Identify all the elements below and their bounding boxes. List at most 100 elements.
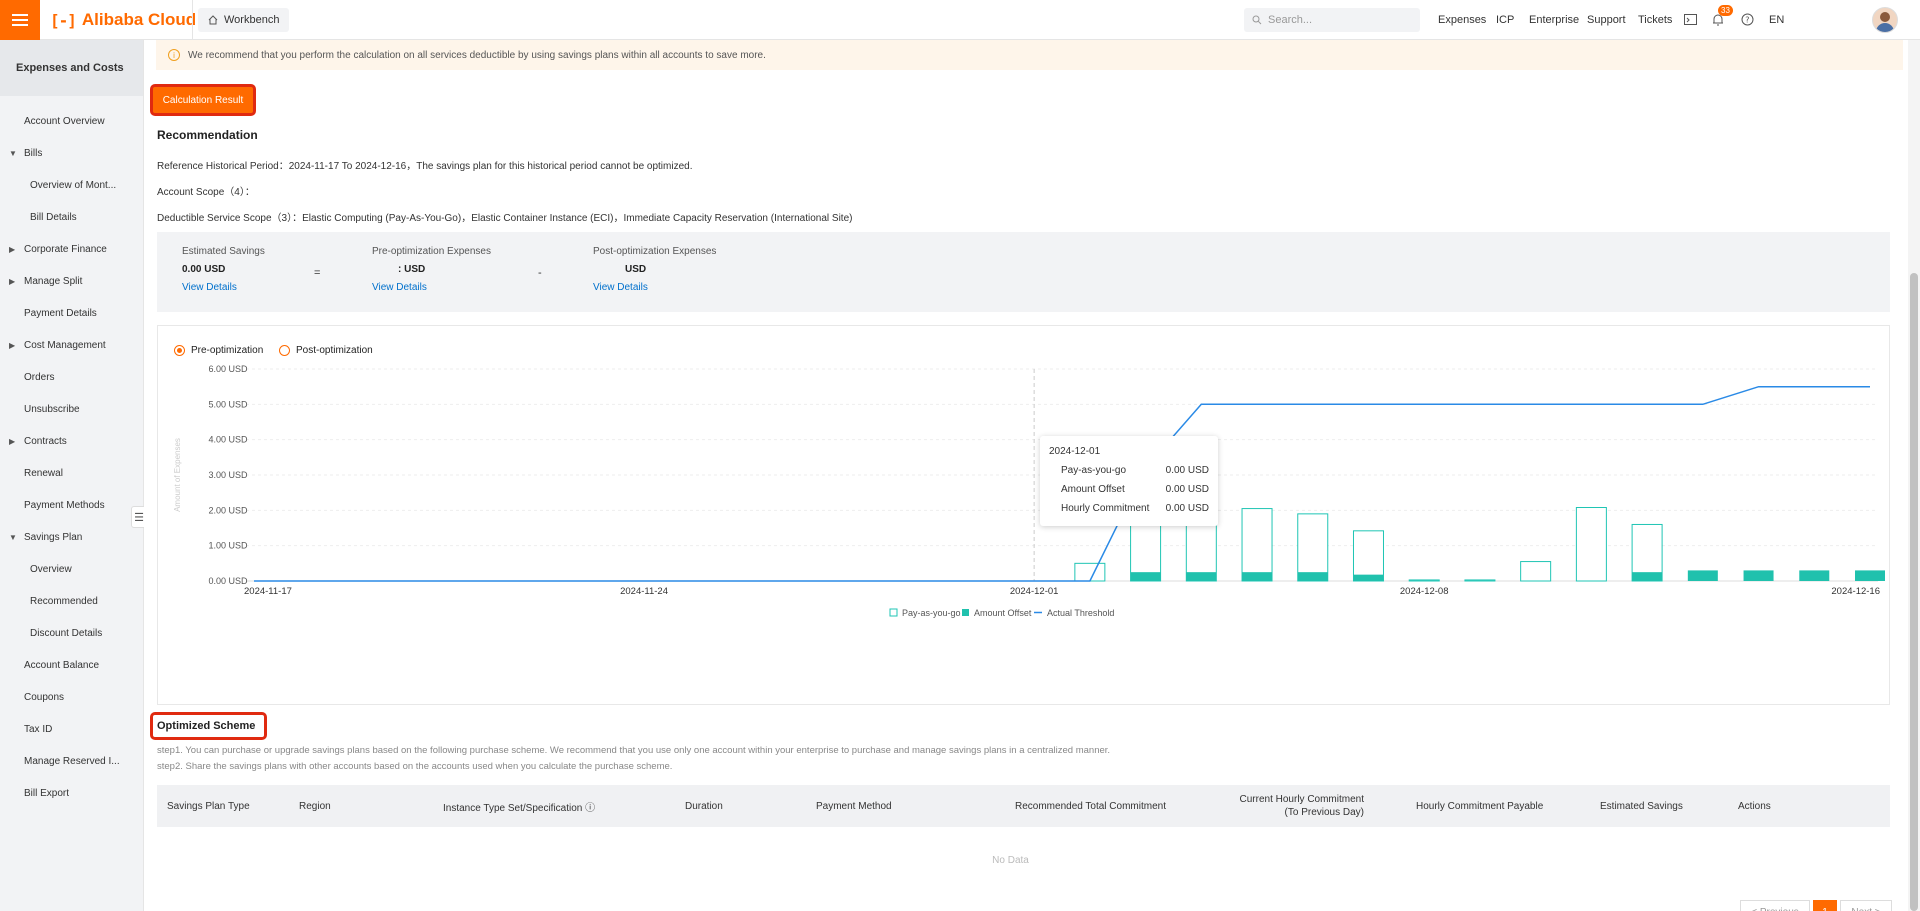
sidebar-item-manage-reserved-i[interactable]: Manage Reserved I... <box>0 751 143 771</box>
help-icon[interactable]: ? <box>1739 11 1755 27</box>
y-tick-label: 4.00 USD <box>208 435 248 445</box>
scrollbar-thumb[interactable] <box>1910 273 1918 911</box>
nav-expenses[interactable]: Expenses <box>1438 0 1486 40</box>
sidebar-item-overview[interactable]: Overview <box>0 559 143 579</box>
nav-enterprise[interactable]: Enterprise <box>1529 0 1579 40</box>
sidebar-item-coupons[interactable]: Coupons <box>0 687 143 707</box>
sidebar-item-discount-details[interactable]: Discount Details <box>0 623 143 643</box>
equals-sign: = <box>314 267 321 279</box>
reference-label: Reference Historical Period： <box>157 161 289 172</box>
sidebar-item-tax-id[interactable]: Tax ID <box>0 719 143 739</box>
y-axis-label: Amount of Expenses <box>173 438 182 512</box>
sidebar-item-savings-plan[interactable]: ▼ Savings Plan <box>0 527 143 547</box>
bar-amount-offset <box>1242 572 1273 581</box>
x-tick-label: 2024-11-17 <box>244 586 292 597</box>
scrollbar[interactable] <box>1908 40 1920 911</box>
sidebar-item-bill-details[interactable]: Bill Details <box>0 207 143 227</box>
menu-icon[interactable] <box>0 0 40 40</box>
y-tick-label: 5.00 USD <box>208 399 248 409</box>
post-optimization-expenses: Post-optimization Expenses USD View Deta… <box>593 246 716 293</box>
bar-pay-as-you-go <box>1464 579 1496 582</box>
nav-icp[interactable]: ICP <box>1496 0 1514 40</box>
sidebar-item-label: Payment Methods <box>24 499 105 511</box>
legend-label: Actual Threshold <box>1047 608 1114 618</box>
service-scope: Deductible Service Scope（3）：Elastic Comp… <box>157 213 853 224</box>
sidebar-item-account-overview[interactable]: Account Overview <box>0 111 143 131</box>
bar-pay-as-you-go <box>1408 579 1440 582</box>
col-instance-type: Instance Type Set/Specification ⓘ <box>443 802 596 814</box>
search-input[interactable]: Search... <box>1244 8 1420 32</box>
x-tick-label: 2024-12-01 <box>1010 586 1059 597</box>
sidebar-item-payment-methods[interactable]: Payment Methods <box>0 495 143 515</box>
sidebar-item-orders[interactable]: Orders <box>0 367 143 387</box>
highlight-box <box>150 84 256 116</box>
account-scope: Account Scope（4）： <box>157 187 255 198</box>
sidebar-item-label: Overview <box>30 563 72 575</box>
chart-tooltip: 2024-12-01 Pay-as-you-go 0.00 USD Amount … <box>1040 436 1218 526</box>
top-bar: [-] Alibaba Cloud Workbench Search... Ex… <box>0 0 1920 40</box>
caret-right-icon: ▶ <box>9 244 16 254</box>
col-region: Region <box>299 800 331 812</box>
sidebar-item-account-balance[interactable]: Account Balance <box>0 655 143 675</box>
previous-page-button[interactable]: < Previous <box>1740 900 1810 911</box>
logo-glyph: [-] <box>50 10 77 30</box>
expenses-chart: 0.00 USD 1.00 USD 2.00 USD 3.00 USD 4.00 USD… <box>173 364 1885 618</box>
sidebar-item-bill-export[interactable]: Bill Export <box>0 783 143 803</box>
expenses-chart-panel: Pre-optimization Post-optimization 0.00 … <box>157 325 1890 705</box>
post-expenses-value: USD <box>625 264 647 275</box>
y-tick-label: 2.00 USD <box>208 505 248 515</box>
col-payment-method: Payment Method <box>816 800 892 812</box>
alibaba-cloud-logo[interactable]: [-] Alibaba Cloud <box>50 10 196 30</box>
notification-badge: 33 <box>1718 5 1733 16</box>
nav-tickets[interactable]: Tickets <box>1638 0 1672 40</box>
sidebar-item-label: Payment Details <box>24 307 97 319</box>
nav-support[interactable]: Support <box>1587 0 1626 40</box>
step1-text: step1. You can purchase or upgrade savin… <box>157 745 1111 756</box>
sidebar-item-cost-management[interactable]: ▶ Cost Management <box>0 335 143 355</box>
bar-amount-offset <box>1186 572 1217 581</box>
search-placeholder: Search... <box>1268 14 1313 26</box>
sidebar-item-contracts[interactable]: ▶ Contracts <box>0 431 143 451</box>
view-details-link[interactable]: View Details <box>182 282 265 293</box>
y-tick-label: 1.00 USD <box>208 541 248 551</box>
tooltip-row: Pay-as-you-go 0.00 USD <box>1061 465 1209 476</box>
terminal-icon[interactable] <box>1682 11 1698 27</box>
sidebar-item-recommended[interactable]: Recommended <box>0 591 143 611</box>
divider <box>192 0 193 40</box>
view-details-link[interactable]: View Details <box>372 282 491 293</box>
page-1-button[interactable]: 1 <box>1813 900 1837 911</box>
language-switch[interactable]: EN <box>1769 0 1784 40</box>
sidebar-item-label: Tax ID <box>24 723 53 735</box>
pre-expenses-label: Pre-optimization Expenses <box>372 246 491 257</box>
sidebar-item-label: Bills <box>24 147 43 159</box>
sidebar-item-renewal[interactable]: Renewal <box>0 463 143 483</box>
sidebar-item-overview-of-mont[interactable]: Overview of Mont... <box>0 175 143 195</box>
caret-right-icon: ▶ <box>9 276 16 286</box>
sidebar-item-label: Unsubscribe <box>24 403 80 415</box>
x-tick-label: 2024-12-08 <box>1400 586 1449 597</box>
sidebar-item-manage-split[interactable]: ▶ Manage Split <box>0 271 143 291</box>
col-savings-plan-type: Savings Plan Type <box>167 800 250 812</box>
legend-label: Amount Offset <box>974 608 1032 618</box>
workbench-button[interactable]: Workbench <box>198 8 290 32</box>
tooltip-value: 0.00 USD <box>1165 503 1209 514</box>
col-recommended-total: Recommended Total Commitment <box>1015 800 1166 812</box>
sidebar-item-payment-details[interactable]: Payment Details <box>0 303 143 323</box>
col-estimated-savings: Estimated Savings <box>1600 800 1683 812</box>
avatar[interactable] <box>1872 7 1898 33</box>
sidebar-item-bills[interactable]: ▼ Bills <box>0 143 143 163</box>
next-page-button[interactable]: Next > <box>1840 900 1892 911</box>
logo-text: Alibaba Cloud <box>81 10 197 29</box>
workbench-label: Workbench <box>224 14 280 26</box>
legend-label: Pay-as-you-go <box>902 608 961 618</box>
view-details-link[interactable]: View Details <box>593 282 716 293</box>
sidebar-item-unsubscribe[interactable]: Unsubscribe <box>0 399 143 419</box>
minus-sign: - <box>538 267 542 279</box>
no-data-text: No Data <box>992 855 1029 866</box>
estimated-savings-label: Estimated Savings <box>182 246 265 257</box>
sidebar-item-label: Manage Reserved I... <box>24 755 120 767</box>
sidebar-item-corporate-finance[interactable]: ▶ Corporate Finance <box>0 239 143 259</box>
sidebar-item-label: Renewal <box>24 467 63 479</box>
tooltip-value: 0.00 USD <box>1165 484 1209 495</box>
tooltip-label: Hourly Commitment <box>1061 503 1150 514</box>
